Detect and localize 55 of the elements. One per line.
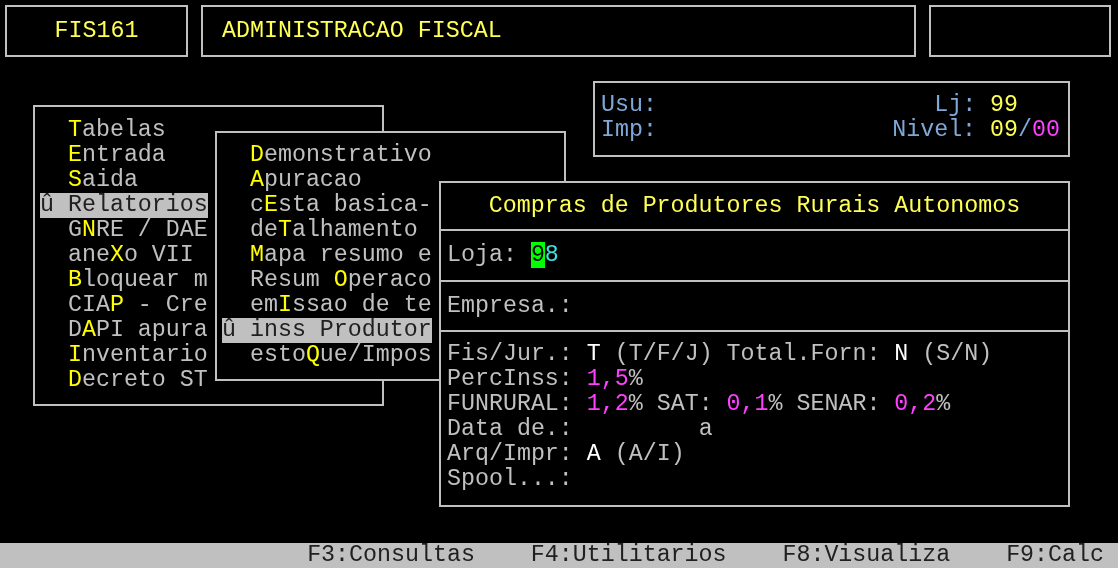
access-level: 09/00 xyxy=(990,118,1060,143)
field-label: Data de.: xyxy=(447,417,573,442)
field-label: Fis/Jur.: xyxy=(447,342,573,367)
submenu-item[interactable]: deTalhamento xyxy=(249,218,418,243)
menu-item[interactable]: CIAP - Cre xyxy=(67,293,208,318)
menu-item[interactable]: GNRE / DAE xyxy=(67,218,208,243)
field-value: 0,2% xyxy=(894,392,951,417)
menu-item[interactable]: û Relatorios xyxy=(40,193,208,218)
system-title: ADMINISTRACAO FISCAL xyxy=(222,18,502,44)
option-hint: (T/F/J) xyxy=(614,342,713,367)
menu-item[interactable]: Entrada xyxy=(67,143,166,168)
menu-item[interactable]: aneXo VII xyxy=(67,243,194,268)
program-code: FIS161 xyxy=(54,18,139,44)
field-value: T xyxy=(586,342,601,367)
dialog-title: Compras de Produtores Rurais Autonomos xyxy=(488,193,1021,219)
menu-item[interactable]: Bloquear m xyxy=(67,268,208,293)
field-label: SAT: xyxy=(656,392,713,417)
submenu-item[interactable]: emIssao de te xyxy=(249,293,432,318)
field-label: Total.Forn: xyxy=(726,342,881,367)
submenu-item[interactable]: Mapa resumo e xyxy=(249,243,432,268)
submenu-item[interactable]: û inss Produtor xyxy=(222,318,432,343)
field-value: 1,5% xyxy=(586,367,643,392)
submenu-item[interactable]: estoQue/Impos xyxy=(249,343,432,368)
field-label: PercInss: xyxy=(447,367,573,392)
submenu-item[interactable]: Apuracao xyxy=(249,168,362,193)
field-value: N xyxy=(894,342,909,367)
function-key[interactable]: F4:Utilitarios xyxy=(530,543,727,568)
submenu-item[interactable]: Resum Operaco xyxy=(249,268,432,293)
field-label: Arq/Impr: xyxy=(447,442,573,467)
menu-item[interactable]: Tabelas xyxy=(67,118,166,143)
function-key[interactable]: F3:Consultas xyxy=(307,543,475,568)
field-label: Empresa.: xyxy=(447,293,573,319)
field-label: FUNRURAL: xyxy=(447,392,573,417)
menu-item[interactable]: Inventario xyxy=(67,343,208,368)
function-key[interactable]: F8:Visualiza xyxy=(782,543,951,568)
option-hint: (A/I) xyxy=(614,442,685,467)
printer-label: Imp: xyxy=(601,118,657,143)
range-separator: a xyxy=(698,417,713,442)
function-key[interactable]: F9:Calc xyxy=(1006,543,1104,568)
menu-item[interactable]: DAPI apura xyxy=(67,318,208,343)
submenu-item[interactable]: cEsta basica- xyxy=(249,193,432,218)
field-value: A xyxy=(586,442,601,467)
field-label: SENAR: xyxy=(796,392,881,417)
user-label: Usu: xyxy=(601,93,657,118)
submenu-item[interactable]: Demonstrativo xyxy=(249,143,432,168)
level-label: Nivel: xyxy=(892,118,977,143)
menu-item[interactable]: Decreto ST xyxy=(67,368,208,393)
option-hint: (S/N) xyxy=(922,342,993,367)
field-label: Loja: xyxy=(447,243,517,268)
field-label: Spool...: xyxy=(447,467,573,492)
store-number: 99 xyxy=(990,93,1019,118)
menu-item[interactable]: Saida xyxy=(67,168,138,193)
field-value: 1,2% xyxy=(586,392,643,417)
store-label: Lj: xyxy=(934,93,977,118)
field-value: 0,1% xyxy=(726,392,783,417)
